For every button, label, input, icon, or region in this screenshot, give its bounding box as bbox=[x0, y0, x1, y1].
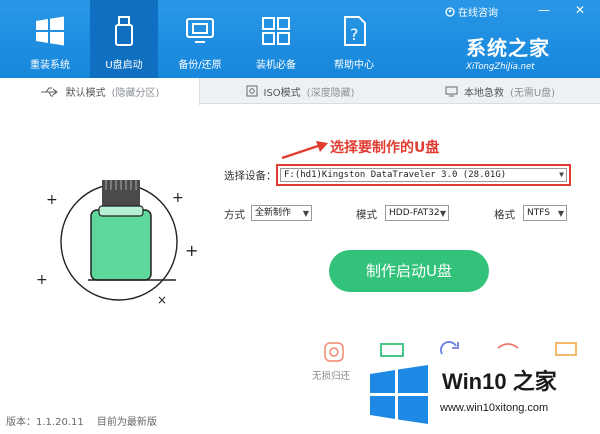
scheme-select[interactable]: HDD-FAT32 ▼ bbox=[385, 205, 449, 221]
scheme-label: 模式 bbox=[356, 209, 377, 221]
device-highlight: F:(hd1)Kingston DataTraveler 3.0 (28.01G… bbox=[276, 164, 571, 186]
svg-text:+: + bbox=[172, 190, 184, 206]
nav-essential-apps[interactable]: 装机必备 bbox=[242, 0, 310, 78]
svg-text:+: + bbox=[36, 272, 48, 288]
apps-grid-icon bbox=[262, 17, 290, 45]
close-button[interactable]: ✕ bbox=[570, 2, 590, 18]
mode-select[interactable]: 全新制作 ▼ bbox=[251, 205, 312, 221]
scheme-value: HDD-FAT32 bbox=[389, 208, 440, 218]
headset-icon bbox=[445, 6, 455, 17]
nav-usb-boot[interactable]: U盘启动 bbox=[90, 0, 158, 78]
usb-illustration: + + + + × bbox=[36, 180, 198, 307]
make-bootable-usb-button[interactable]: 制作启动U盘 bbox=[329, 250, 489, 292]
online-help-link[interactable]: 在线咨询 bbox=[445, 4, 498, 19]
nav-reinstall-system[interactable]: 重装系统 bbox=[16, 0, 84, 78]
brand-url: XiTongZhiJia.net bbox=[466, 62, 535, 72]
tab-label: 默认模式 bbox=[65, 88, 106, 99]
nav-label: 帮助中心 bbox=[334, 60, 374, 71]
minimize-button[interactable]: — bbox=[534, 2, 554, 18]
mode-tabs: 默认模式 (隐藏分区) ISO模式 (深度隐藏) 本地急救 (无需U盘) bbox=[0, 78, 600, 105]
usb-drive-icon bbox=[115, 16, 133, 46]
status-bar: 版本：1.1.20.11 目前为最新版 bbox=[6, 413, 167, 428]
chevron-down-icon: ▼ bbox=[557, 209, 564, 218]
version-text: 版本：1.1.20.11 bbox=[6, 417, 84, 428]
svg-text:×: × bbox=[157, 293, 167, 307]
help-document-icon: ? bbox=[344, 16, 366, 46]
mode-value: 全新制作 bbox=[255, 208, 292, 218]
tab-label: 本地急救 bbox=[463, 87, 504, 99]
online-help-label: 在线咨询 bbox=[458, 8, 498, 19]
svg-text:+: + bbox=[46, 192, 58, 208]
format-label: 格式 bbox=[494, 209, 515, 221]
top-navigation-bar: 重装系统 U盘启动 备份/还原 装机必备 ? 帮助中心 在线咨询 — ✕ 系统之… bbox=[0, 0, 600, 78]
nav-label: 装机必备 bbox=[256, 60, 296, 71]
usb-symbol-icon bbox=[40, 86, 58, 97]
watermark-title: Win10 之家 bbox=[442, 369, 557, 394]
brand-title: 系统之家 bbox=[466, 36, 550, 60]
nav-help-center[interactable]: ? 帮助中心 bbox=[320, 0, 388, 78]
chevron-down-icon: ▼ bbox=[439, 209, 446, 218]
update-status-text: 目前为最新版 bbox=[96, 417, 157, 428]
disc-icon bbox=[246, 85, 257, 97]
tab-label: ISO模式 bbox=[263, 87, 301, 99]
computer-icon bbox=[445, 86, 458, 96]
device-value: F:(hd1)Kingston DataTraveler 3.0 (28.01G… bbox=[284, 170, 507, 180]
tab-default-mode[interactable]: 默认模式 (隐藏分区) bbox=[0, 78, 200, 105]
tab-local-rescue[interactable]: 本地急救 (无需U盘) bbox=[400, 78, 600, 104]
windows-logo-icon bbox=[36, 16, 64, 46]
device-label: 选择设备： bbox=[224, 170, 277, 182]
tool-label: 无损归还 bbox=[312, 371, 351, 382]
tab-iso-mode[interactable]: ISO模式 (深度隐藏) bbox=[200, 78, 400, 104]
svg-text:?: ? bbox=[350, 25, 359, 44]
format-value: NTFS bbox=[527, 208, 550, 218]
nav-backup-restore[interactable]: 备份/还原 bbox=[166, 0, 234, 78]
tab-sublabel: (深度隐藏) bbox=[306, 87, 355, 99]
mode-label: 方式 bbox=[224, 209, 245, 221]
tab-sublabel: (隐藏分区) bbox=[111, 88, 160, 99]
tab-sublabel: (无需U盘) bbox=[509, 87, 556, 99]
arrow-icon bbox=[281, 141, 328, 160]
watermark-url: www.win10xitong.com bbox=[440, 402, 549, 414]
format-select[interactable]: NTFS ▼ bbox=[523, 205, 567, 221]
backup-restore-icon bbox=[186, 18, 214, 43]
nav-label: 备份/还原 bbox=[178, 60, 222, 71]
windows-logo-icon bbox=[370, 365, 428, 424]
watermark: Win10 之家 www.win10xitong.com bbox=[362, 358, 600, 434]
nav-label: U盘启动 bbox=[105, 60, 143, 71]
chevron-down-icon: ▼ bbox=[559, 170, 564, 179]
chevron-down-icon: ▼ bbox=[302, 209, 309, 218]
brand-logo: 系统之家 XiTongZhiJia.net bbox=[466, 32, 586, 72]
select-usb-hint: 选择要制作的U盘 bbox=[330, 140, 440, 156]
device-select[interactable]: F:(hd1)Kingston DataTraveler 3.0 (28.01G… bbox=[280, 168, 567, 182]
nav-label: 重装系统 bbox=[30, 60, 70, 71]
lossless-restore-icon[interactable] bbox=[320, 340, 348, 364]
svg-text:+: + bbox=[185, 241, 198, 260]
